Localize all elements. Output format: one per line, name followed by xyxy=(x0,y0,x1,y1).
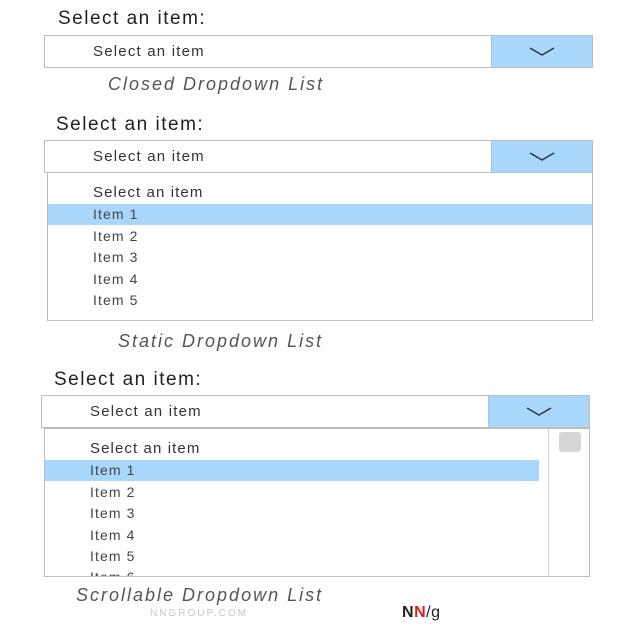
static-dropdown-label: Select an item: xyxy=(56,114,205,135)
list-option[interactable]: Item 5 xyxy=(45,546,539,567)
list-option[interactable]: Select an item xyxy=(48,182,592,203)
static-dropdown-caption: Static Dropdown List xyxy=(118,331,324,351)
scrollable-dropdown-list[interactable]: Select an item Item 1 Item 2 Item 3 Item… xyxy=(44,428,590,577)
list-option[interactable]: Item 3 xyxy=(45,503,539,524)
list-option[interactable]: Item 5 xyxy=(48,290,592,311)
closed-dropdown-toggle[interactable] xyxy=(491,36,592,67)
list-option[interactable]: Item 4 xyxy=(45,525,539,546)
chevron-down-icon xyxy=(526,407,552,416)
scrollable-dropdown-toggle[interactable] xyxy=(488,396,589,427)
list-option[interactable]: Select an item xyxy=(45,438,539,459)
closed-dropdown-label: Select an item: xyxy=(58,8,207,29)
scrollbar[interactable] xyxy=(548,429,589,576)
closed-dropdown-value: Select an item xyxy=(93,43,205,60)
static-dropdown-select[interactable]: Select an item xyxy=(44,140,593,173)
list-option[interactable]: Item 2 xyxy=(45,482,539,503)
static-dropdown-toggle[interactable] xyxy=(491,141,592,172)
footer-domain: NNGROUP.COM xyxy=(150,608,248,619)
brand-logo: NN/g xyxy=(402,604,441,621)
closed-dropdown-select[interactable]: Select an item xyxy=(44,35,593,68)
scrollable-dropdown-select[interactable]: Select an item xyxy=(41,395,590,428)
list-option[interactable]: Item 4 xyxy=(48,269,592,290)
chevron-down-icon xyxy=(529,47,555,56)
list-option[interactable]: Item 6 xyxy=(45,567,539,576)
list-option-selected[interactable]: Item 1 xyxy=(45,460,539,481)
closed-dropdown-caption: Closed Dropdown List xyxy=(108,74,325,94)
chevron-down-icon xyxy=(529,152,555,161)
static-dropdown-list: Select an item Item 1 Item 2 Item 3 Item… xyxy=(47,172,593,321)
list-option[interactable]: Item 3 xyxy=(48,247,592,268)
list-option[interactable]: Item 2 xyxy=(48,226,592,247)
static-dropdown-value: Select an item xyxy=(93,148,205,165)
scrollable-dropdown-value: Select an item xyxy=(90,403,202,420)
scrollbar-thumb[interactable] xyxy=(559,432,581,452)
scrollable-dropdown-label: Select an item: xyxy=(54,369,203,390)
scrollable-dropdown-caption: Scrollable Dropdown List xyxy=(76,585,324,605)
list-option-selected[interactable]: Item 1 xyxy=(48,204,592,225)
